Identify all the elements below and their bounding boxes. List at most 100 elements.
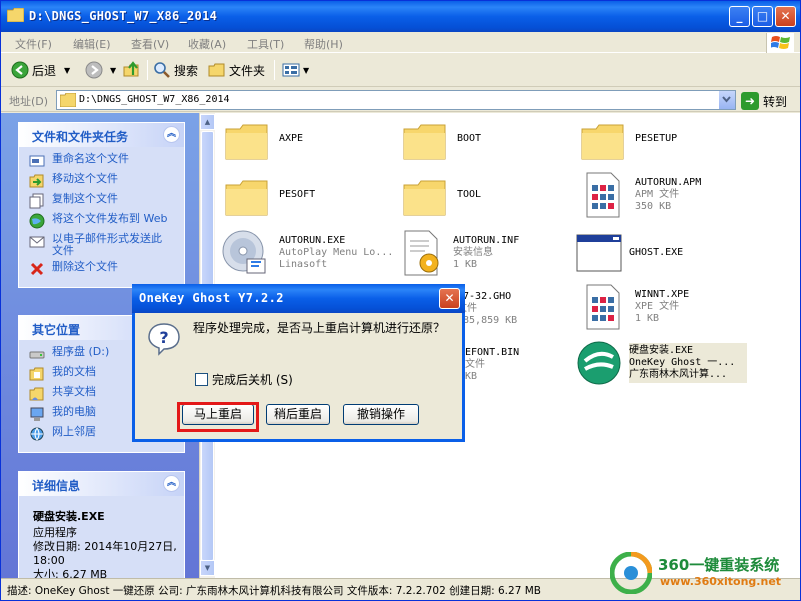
- question-icon: ?: [148, 323, 180, 356]
- brand-name: 360一键重装系统: [658, 556, 780, 574]
- details-title: 详细信息: [32, 479, 81, 493]
- address-label: 地址(D): [9, 95, 49, 108]
- task-publish-web[interactable]: 将这个文件发布到 Web: [29, 213, 178, 229]
- file-name: AUTORUN.EXE: [279, 235, 346, 246]
- file-item-tool[interactable]: TOOL: [401, 175, 576, 231]
- dialog-title: OneKey Ghost Y7.2.2: [139, 291, 284, 305]
- back-label: 后退: [32, 63, 57, 78]
- globe-icon: [29, 213, 45, 229]
- file-item-autorun-exe[interactable]: AUTORUN.EXE AutoPlay Menu Lo... Linasoft: [221, 229, 396, 285]
- search-icon: [154, 62, 170, 78]
- dialog-title-bar[interactable]: OneKey Ghost Y7.2.2 ✕: [132, 284, 465, 313]
- place-label: 我的电脑: [52, 405, 96, 418]
- go-label: 转到: [763, 94, 788, 109]
- file-name: AUTORUN.INF: [453, 235, 520, 246]
- file-item-pesoft[interactable]: PESOFT: [223, 175, 398, 231]
- task-delete[interactable]: 删除这个文件: [29, 261, 178, 277]
- task-rename[interactable]: 重命名这个文件: [29, 153, 178, 169]
- menu-bar: 文件(F) 编辑(E) 查看(V) 收藏(A) 工具(T) 帮助(H): [1, 32, 800, 53]
- close-button[interactable]: ✕: [775, 6, 796, 27]
- menu-favorites[interactable]: 收藏(A): [188, 36, 226, 52]
- restart-later-button[interactable]: 稍后重启: [266, 404, 330, 425]
- my-computer-icon: [30, 407, 44, 421]
- file-item-pesetup[interactable]: PESETUP: [579, 119, 754, 175]
- collapse-icon[interactable]: ︽: [163, 126, 180, 143]
- file-description: AutoPlay Menu Lo...: [279, 247, 394, 258]
- back-arrow-icon: [11, 61, 29, 79]
- back-dropdown-icon[interactable]: ▼: [64, 66, 70, 75]
- file-tasks-header[interactable]: 文件和文件夹任务 ︽: [19, 123, 184, 147]
- file-tasks-panel: 文件和文件夹任务 ︽ 重命名这个文件 移动这个文件 复制这个文件 将这个文件发布…: [18, 122, 185, 288]
- file-name: BOOT: [457, 133, 482, 144]
- file-description: OneKey Ghost 一...: [629, 357, 736, 368]
- my-documents-icon: [29, 367, 44, 381]
- folder-icon: [7, 8, 24, 22]
- toolbar: 后退 ▼ ▼ 搜索 文件夹 ▼: [1, 54, 800, 87]
- email-icon: [29, 236, 45, 248]
- file-name: PESETUP: [635, 133, 678, 144]
- views-dropdown-icon[interactable]: ▼: [303, 66, 309, 75]
- file-name: PESOFT: [279, 189, 316, 200]
- file-item-ghost-exe[interactable]: GHOST.EXE: [575, 229, 750, 285]
- forward-dropdown-icon[interactable]: ▼: [110, 66, 116, 75]
- menu-tools[interactable]: 工具(T): [247, 36, 284, 52]
- forward-button[interactable]: ▼: [85, 59, 116, 81]
- file-item-boot[interactable]: BOOT: [401, 119, 576, 175]
- views-button[interactable]: ▼: [282, 59, 309, 81]
- task-copy[interactable]: 复制这个文件: [29, 193, 178, 209]
- file-item-autorun-inf[interactable]: AUTORUN.INF 安装信息 1 KB: [399, 229, 574, 285]
- checkbox-box[interactable]: [195, 373, 208, 386]
- folder-icon: [403, 124, 446, 160]
- maximize-button[interactable]: □: [752, 6, 773, 27]
- address-input[interactable]: D:\DNGS_GHOST_W7_X86_2014: [56, 90, 736, 110]
- highlight-frame: [177, 402, 259, 432]
- scroll-down-button[interactable]: ▼: [200, 560, 215, 576]
- search-button[interactable]: 搜索: [153, 59, 198, 81]
- menu-help[interactable]: 帮助(H): [304, 36, 343, 52]
- dialog-message: 程序处理完成，是否马上重启计算机进行还原？: [193, 321, 446, 335]
- menu-edit[interactable]: 编辑(E): [73, 36, 111, 52]
- task-label: 将这个文件发布到 Web: [52, 212, 168, 225]
- file-type: APM 文件: [635, 189, 680, 200]
- file-size: 1 KB: [635, 313, 660, 324]
- dialog-close-button[interactable]: ✕: [439, 288, 460, 309]
- network-icon: [30, 427, 44, 441]
- application-window-icon: [576, 234, 622, 272]
- move-icon: [29, 174, 44, 188]
- go-button[interactable]: ➜ 转到: [741, 91, 787, 111]
- file-type: 文件: [465, 359, 485, 370]
- file-item-winnt-xpe[interactable]: WINNT.XPE XPE 文件 1 KB: [579, 283, 754, 339]
- file-name: TOOL: [457, 189, 482, 200]
- scroll-up-button[interactable]: ▲: [200, 114, 215, 130]
- menu-file[interactable]: 文件(F): [15, 36, 52, 52]
- file-type: 安装信息: [453, 247, 493, 258]
- shutdown-checkbox[interactable]: 完成后关机 (S): [195, 371, 293, 388]
- address-dropdown-button[interactable]: [718, 91, 735, 109]
- folders-icon: [208, 63, 225, 77]
- onekey-ghost-icon: [577, 341, 621, 385]
- folder-icon: [403, 180, 446, 216]
- title-bar[interactable]: D:\DNGS_GHOST_W7_X86_2014 _ □ ✕: [1, 1, 800, 32]
- file-item-axpe[interactable]: AXPE: [223, 119, 398, 175]
- folders-button[interactable]: 文件夹: [208, 59, 265, 81]
- file-item-autorun-apm[interactable]: AUTORUN.APM APM 文件 350 KB: [579, 171, 754, 227]
- collapse-icon[interactable]: ︽: [163, 475, 180, 492]
- file-name: AXPE: [279, 133, 304, 144]
- details-header[interactable]: 详细信息 ︽: [19, 472, 184, 496]
- file-name: WINNT.XPE: [635, 289, 690, 300]
- details-modified: 修改日期: 2014年10月27日, 18:00: [33, 540, 177, 567]
- task-email[interactable]: 以电子邮件形式发送此文件: [29, 233, 178, 257]
- minimize-button[interactable]: _: [729, 6, 750, 27]
- up-folder-button[interactable]: [123, 59, 144, 81]
- menu-view[interactable]: 查看(V): [131, 36, 169, 52]
- back-button[interactable]: 后退 ▼: [11, 59, 70, 81]
- file-item-onekey-installer[interactable]: 硬盘安装.EXE OneKey Ghost 一... 广东雨林木风计算...: [575, 339, 750, 395]
- brand-url: www.360xitong.net: [660, 575, 782, 588]
- drive-icon: [29, 351, 45, 359]
- place-label: 我的文档: [52, 365, 96, 378]
- settings-file-icon: [404, 230, 439, 276]
- undo-operation-button[interactable]: 撤销操作: [343, 404, 419, 425]
- file-name: GHOST.EXE: [629, 247, 684, 258]
- shared-documents-icon: [29, 387, 44, 401]
- task-move[interactable]: 移动这个文件: [29, 173, 178, 189]
